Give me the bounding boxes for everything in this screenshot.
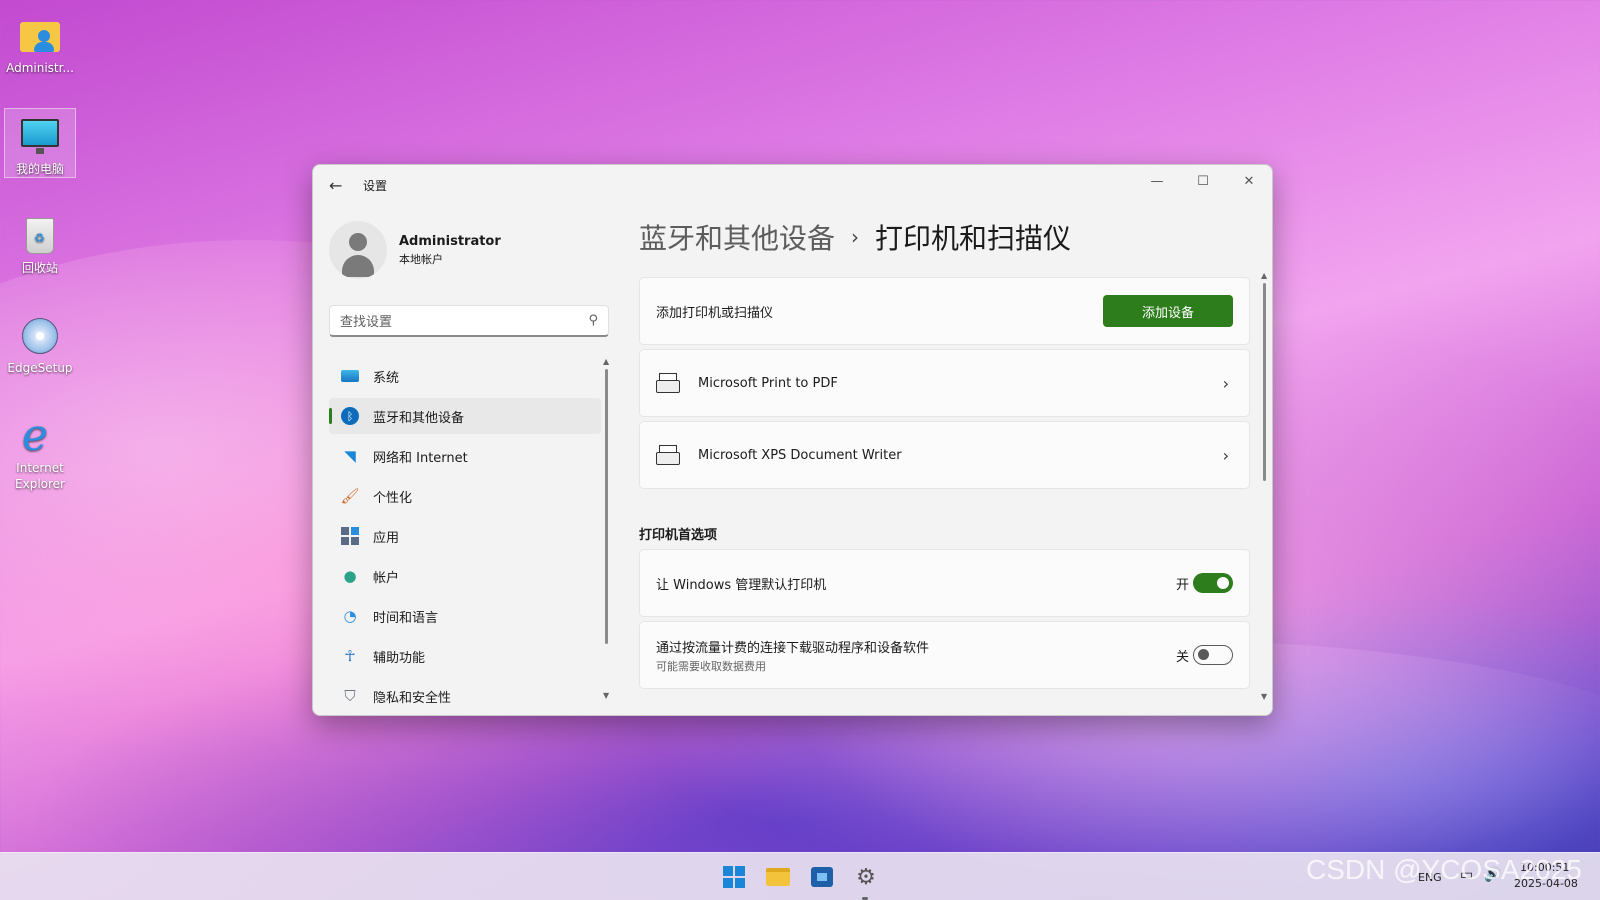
breadcrumb-separator: ›: [851, 225, 860, 249]
desktop-icon-label: 我的电脑: [15, 162, 64, 176]
pref-sublabel: 可能需要收取数据费用: [656, 659, 766, 673]
apps-icon: [339, 525, 361, 547]
printer-icon: [656, 445, 682, 465]
brush-icon: 🖌: [340, 487, 360, 505]
title-bar: ← 设置 — ☐ ✕: [313, 165, 1272, 205]
desktop-icon-label: Administr...: [6, 61, 74, 75]
desktop-icon-edgesetup[interactable]: EdgeSetup: [4, 308, 76, 376]
search-icon: ⚲: [588, 313, 598, 328]
sidebar-item-label: 隐私和安全性: [373, 690, 452, 706]
desktop-icon-label: 回收站: [21, 261, 58, 275]
watermark: CSDN @YCOSA2025: [1306, 854, 1582, 885]
breadcrumb: 蓝牙和其他设备 › 打印机和扫描仪: [639, 217, 1071, 257]
internet-explorer-icon: e: [22, 410, 49, 461]
globe-clock-icon: ◔: [343, 607, 357, 625]
scrollbar-thumb[interactable]: [605, 369, 608, 644]
avatar: [329, 221, 387, 279]
scroll-up-icon[interactable]: ▲: [603, 357, 609, 366]
user-name: Administrator: [399, 233, 501, 249]
default-printer-toggle[interactable]: [1193, 573, 1233, 593]
printer-icon: [656, 373, 682, 393]
user-profile[interactable]: Administrator 本地帐户: [329, 221, 501, 279]
add-printer-card: 添加打印机或扫描仪 添加设备: [639, 277, 1250, 345]
desktop-icon-recycle-bin[interactable]: ♻ 回收站: [4, 208, 76, 276]
sidebar-item-privacy[interactable]: ⛉ 隐私和安全性: [329, 678, 601, 714]
pref-default-printer: 让 Windows 管理默认打印机 开: [639, 549, 1250, 617]
add-device-button[interactable]: 添加设备: [1103, 295, 1233, 327]
printer-item[interactable]: Microsoft XPS Document Writer ›: [639, 421, 1250, 489]
sidebar-item-accounts[interactable]: ● 帐户: [329, 558, 601, 594]
desktop-icon-internet-explorer[interactable]: e Internet Explorer: [4, 408, 76, 492]
sidebar-item-label: 辅助功能: [373, 650, 426, 666]
section-heading: 打印机首选项: [639, 528, 718, 543]
add-printer-label: 添加打印机或扫描仪: [656, 305, 774, 321]
shield-icon: ⛉: [344, 687, 356, 705]
desktop-icon-label: Internet Explorer: [15, 461, 65, 491]
back-arrow-icon[interactable]: ←: [329, 176, 353, 195]
start-windows-icon[interactable]: [718, 861, 750, 893]
accessibility-icon: ☥: [344, 647, 356, 665]
sidebar-item-bluetooth-devices[interactable]: ᛒ 蓝牙和其他设备: [329, 398, 601, 434]
pref-label: 让 Windows 管理默认打印机: [656, 577, 827, 593]
settings-window: ← 设置 — ☐ ✕ Administrator 本地帐户 查找设置 ⚲ 系统 …: [312, 164, 1273, 716]
account-type: 本地帐户: [399, 252, 443, 266]
sidebar-item-label: 应用: [373, 530, 400, 546]
chevron-right-icon: ›: [1222, 373, 1229, 393]
metered-download-toggle[interactable]: [1193, 645, 1233, 665]
chevron-right-icon: ›: [1222, 445, 1229, 465]
search-placeholder: 查找设置: [340, 315, 393, 330]
sidebar-item-label: 系统: [373, 370, 400, 386]
sidebar-item-time-language[interactable]: ◔ 时间和语言: [329, 598, 601, 634]
installer-disc-icon: [18, 314, 62, 358]
recycle-bin-icon: ♻: [18, 214, 62, 258]
desktop-icon-my-computer[interactable]: 我的电脑: [4, 108, 76, 178]
bluetooth-icon: ᛒ: [339, 405, 361, 427]
scroll-down-icon[interactable]: ▼: [1261, 692, 1267, 701]
scroll-down-icon[interactable]: ▼: [603, 691, 609, 700]
app-title: 设置: [363, 178, 388, 193]
settings-gear-icon[interactable]: ⚙: [850, 861, 882, 893]
printer-item[interactable]: Microsoft Print to PDF ›: [639, 349, 1250, 417]
printer-name: Microsoft Print to PDF: [698, 375, 838, 391]
pref-metered-download: 通过按流量计费的连接下载驱动程序和设备软件 可能需要收取数据费用 关: [639, 621, 1250, 689]
scrollbar-thumb[interactable]: [1263, 283, 1266, 481]
person-icon: ●: [343, 567, 357, 585]
sidebar-item-label: 个性化: [373, 490, 413, 506]
user-folder-icon: [18, 14, 62, 58]
sidebar-item-label: 帐户: [373, 570, 400, 586]
toggle-state-label: 关: [1175, 649, 1189, 665]
monitor-icon: [18, 115, 62, 159]
minimize-icon[interactable]: —: [1134, 165, 1180, 197]
sidebar-item-system[interactable]: 系统: [329, 358, 601, 394]
pref-label: 通过按流量计费的连接下载驱动程序和设备软件: [656, 640, 930, 656]
printer-name: Microsoft XPS Document Writer: [698, 447, 902, 463]
toggle-state-label: 开: [1175, 577, 1189, 593]
sidebar-item-network[interactable]: ◥ 网络和 Internet: [329, 438, 601, 474]
search-input[interactable]: 查找设置 ⚲: [329, 305, 609, 337]
sidebar-item-label: 时间和语言: [373, 610, 439, 626]
sidebar-item-label: 蓝牙和其他设备: [373, 410, 465, 426]
desktop-icon-administrator[interactable]: Administr...: [4, 8, 76, 76]
close-icon[interactable]: ✕: [1226, 165, 1272, 197]
desktop-icon-label: EdgeSetup: [7, 361, 73, 375]
sidebar-nav: 系统 ᛒ 蓝牙和其他设备 ◥ 网络和 Internet 🖌 个性化 应用 ● 帐…: [329, 358, 601, 715]
scroll-up-icon[interactable]: ▲: [1261, 271, 1267, 280]
maximize-icon[interactable]: ☐: [1180, 165, 1226, 197]
sidebar-item-apps[interactable]: 应用: [329, 518, 601, 554]
breadcrumb-parent[interactable]: 蓝牙和其他设备: [639, 217, 835, 257]
content-scrollbar[interactable]: ▲ ▼: [1261, 271, 1269, 701]
sidebar-item-label: 网络和 Internet: [373, 450, 468, 466]
wifi-icon: ◥: [344, 447, 356, 465]
sidebar-item-personalization[interactable]: 🖌 个性化: [329, 478, 601, 514]
sidebar-item-accessibility[interactable]: ☥ 辅助功能: [329, 638, 601, 674]
store-icon[interactable]: [806, 861, 838, 893]
page-title: 打印机和扫描仪: [875, 222, 1072, 255]
file-explorer-icon[interactable]: [762, 861, 794, 893]
monitor-icon: [339, 365, 361, 387]
sidebar-scrollbar[interactable]: ▲ ▼: [603, 357, 611, 700]
